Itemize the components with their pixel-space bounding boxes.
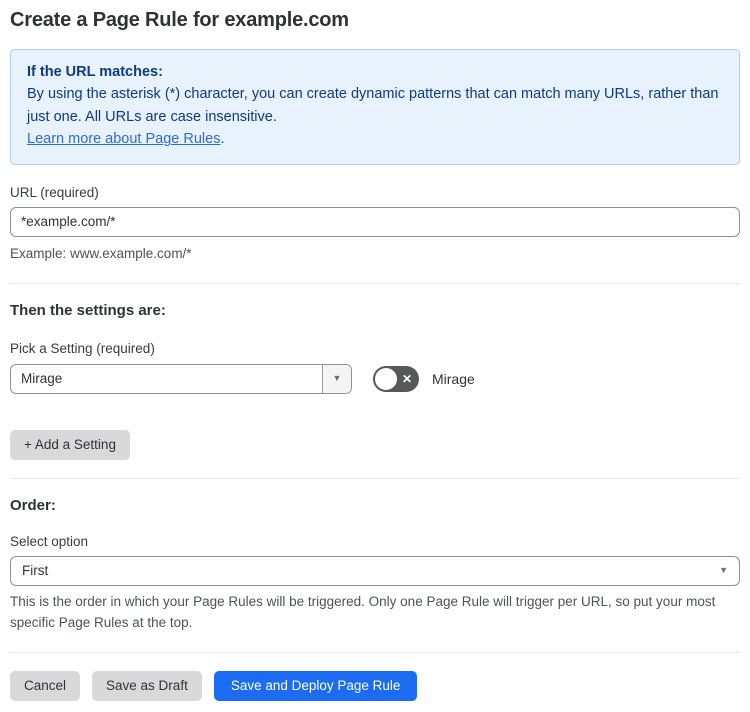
url-match-info-box: If the URL matches: By using the asteris… — [10, 49, 740, 165]
toggle-setting-label: Mirage — [432, 370, 475, 387]
toggle-off-x-icon: ✕ — [401, 371, 412, 386]
page-title: Create a Page Rule for example.com — [10, 9, 349, 31]
setting-select-dropdown[interactable]: Mirage ▼ — [10, 363, 352, 394]
mirage-toggle-switch[interactable]: ✕ — [373, 365, 419, 392]
create-page-rule-form: Create a Page Rule for example.com If th… — [0, 0, 750, 712]
order-select-label: Select option — [10, 533, 89, 549]
url-input[interactable] — [10, 206, 740, 237]
chevron-down-icon[interactable]: ▼ — [322, 364, 351, 393]
chevron-down-icon: ▼ — [719, 565, 728, 576]
order-select-value: First — [22, 563, 49, 579]
section-divider — [10, 477, 740, 479]
toggle-knob — [375, 367, 397, 390]
footer-actions: Cancel Save as Draft Save and Deploy Pag… — [10, 670, 740, 712]
order-section-heading: Order: — [10, 496, 56, 514]
add-setting-button[interactable]: + Add a Setting — [10, 429, 130, 460]
order-select-dropdown[interactable]: First ▼ — [10, 555, 740, 586]
info-box-body: By using the asterisk (*) character, you… — [27, 86, 719, 125]
setting-row: Mirage ▼ ✕ Mirage — [10, 363, 740, 394]
url-field-helper: Example: www.example.com/* — [10, 245, 192, 261]
learn-more-page-rules-link[interactable]: Learn more about Page Rules — [27, 131, 220, 147]
footer-divider — [10, 651, 740, 653]
info-box-link-row: Learn more about Page Rules. — [27, 128, 723, 150]
cancel-button[interactable]: Cancel — [10, 670, 81, 701]
save-and-deploy-button[interactable]: Save and Deploy Page Rule — [213, 670, 418, 701]
setting-select-value: Mirage — [21, 371, 63, 387]
url-field-label: URL (required) — [10, 184, 99, 200]
pick-setting-label: Pick a Setting (required) — [10, 340, 155, 356]
settings-section-heading: Then the settings are: — [10, 301, 166, 319]
info-box-heading: If the URL matches: — [27, 64, 163, 80]
order-helper-text: This is the order in which your Page Rul… — [10, 593, 716, 630]
save-as-draft-button[interactable]: Save as Draft — [92, 670, 202, 701]
section-divider — [10, 282, 740, 284]
link-suffix-period: . — [220, 131, 225, 148]
